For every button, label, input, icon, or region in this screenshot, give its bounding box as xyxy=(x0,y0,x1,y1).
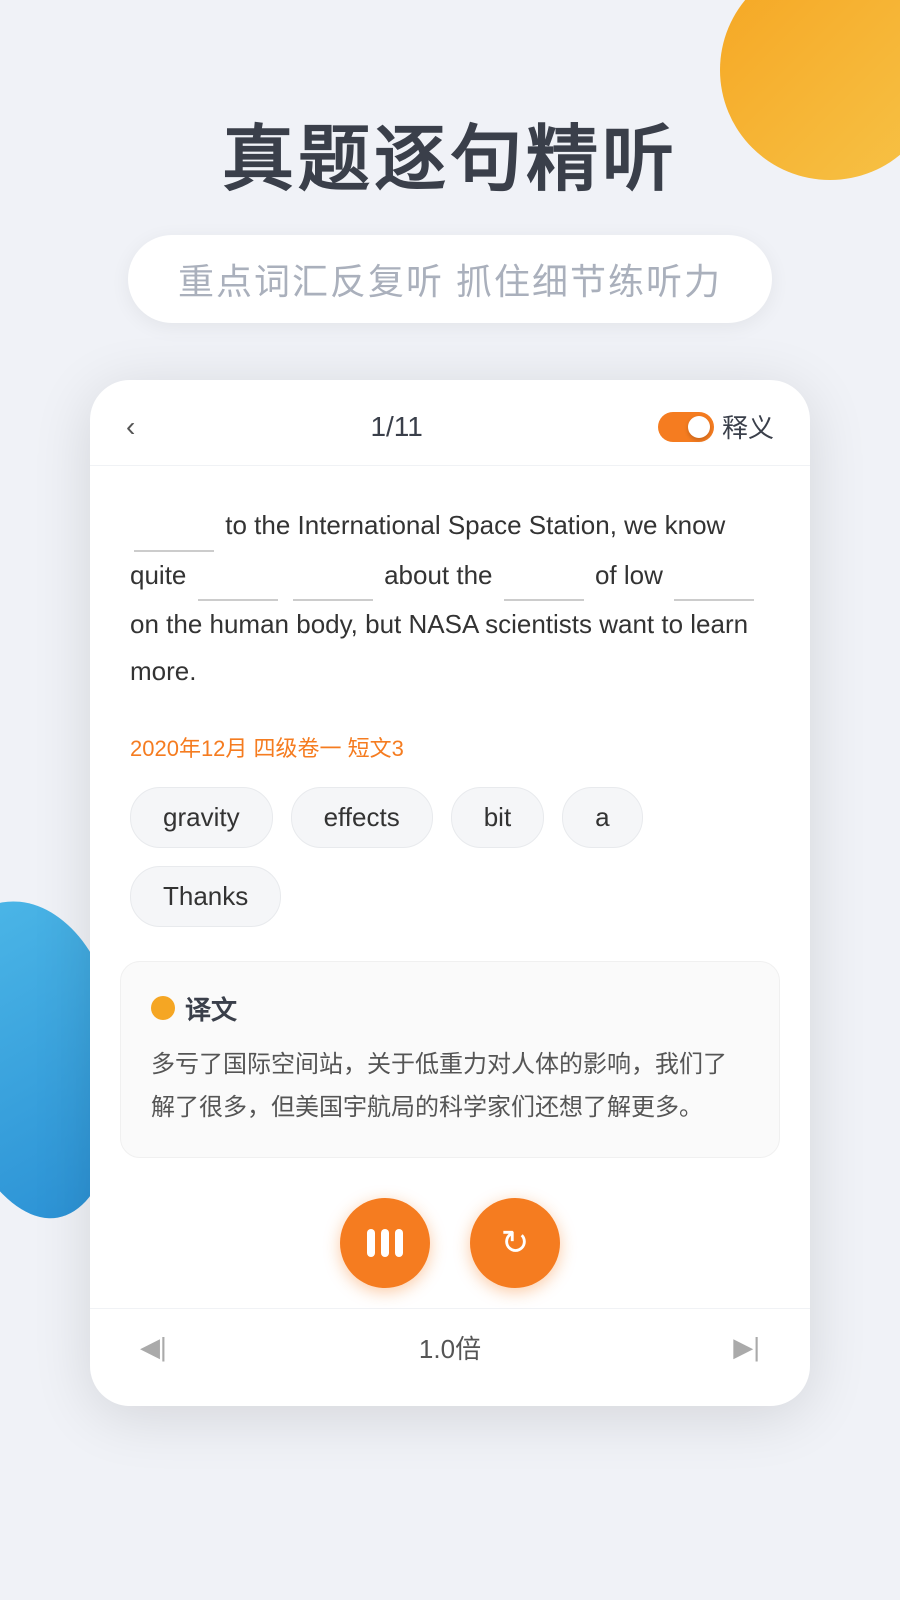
sentence-part-3: of low xyxy=(595,560,670,590)
translation-label: 译文 xyxy=(185,990,237,1027)
subtitle-text: 重点词汇反复听 抓住细节练听力 xyxy=(178,261,722,302)
controls-area: ↻ xyxy=(90,1168,810,1298)
speed-indicator: 1.0倍 xyxy=(419,1329,481,1366)
skip-prev-button[interactable]: ◀| xyxy=(140,1332,167,1363)
subtitle-pill: 重点词汇反复听 抓住细节练听力 xyxy=(128,235,772,323)
phone-card: ‹ 1/11 释义 to the International Space Sta… xyxy=(90,380,810,1406)
skip-next-button[interactable]: ▶| xyxy=(733,1332,760,1363)
translation-header: 译文 xyxy=(151,990,749,1027)
back-button[interactable]: ‹ xyxy=(126,411,135,443)
sentence-part-2: about the xyxy=(384,560,500,590)
blank-3 xyxy=(293,552,373,601)
toggle-label: 释义 xyxy=(722,408,774,445)
refresh-button[interactable]: ↻ xyxy=(470,1198,560,1288)
chip-bit[interactable]: bit xyxy=(451,787,544,848)
sentence-area: to the International Space Station, we k… xyxy=(90,466,810,715)
toggle-knob xyxy=(688,416,710,438)
toggle-area: 释义 xyxy=(658,408,774,445)
translation-box: 译文 多亏了国际空间站，关于低重力对人体的影响，我们了解了很多，但美国宇航局的科… xyxy=(120,961,780,1158)
translation-dot xyxy=(151,996,175,1020)
pause-icon xyxy=(367,1229,403,1257)
chip-effects[interactable]: effects xyxy=(291,787,433,848)
main-title: 真题逐句精听 xyxy=(60,100,840,205)
chip-thanks[interactable]: Thanks xyxy=(130,866,281,927)
translation-text: 多亏了国际空间站，关于低重力对人体的影响，我们了解了很多，但美国宇航局的科学家们… xyxy=(151,1043,749,1129)
definition-toggle[interactable] xyxy=(658,412,714,442)
blank-5 xyxy=(674,552,754,601)
header-area: 真题逐句精听 重点词汇反复听 抓住细节练听力 xyxy=(0,100,900,323)
word-chips-container: gravity effects bit a Thanks xyxy=(90,763,810,951)
card-nav: ‹ 1/11 释义 xyxy=(90,380,810,466)
blank-2 xyxy=(198,552,278,601)
refresh-icon: ↻ xyxy=(501,1223,530,1263)
chip-gravity[interactable]: gravity xyxy=(130,787,273,848)
pause-button[interactable] xyxy=(340,1198,430,1288)
bottom-bar: ◀| 1.0倍 ▶| xyxy=(90,1308,810,1376)
blank-4 xyxy=(504,552,584,601)
progress-indicator: 1/11 xyxy=(370,411,422,443)
blank-1 xyxy=(134,503,214,552)
sentence-part-4: on the human body, but NASA scientists w… xyxy=(130,609,748,686)
chip-a[interactable]: a xyxy=(562,787,642,848)
source-tag: 2020年12月 四级卷一 短文3 xyxy=(90,731,810,763)
